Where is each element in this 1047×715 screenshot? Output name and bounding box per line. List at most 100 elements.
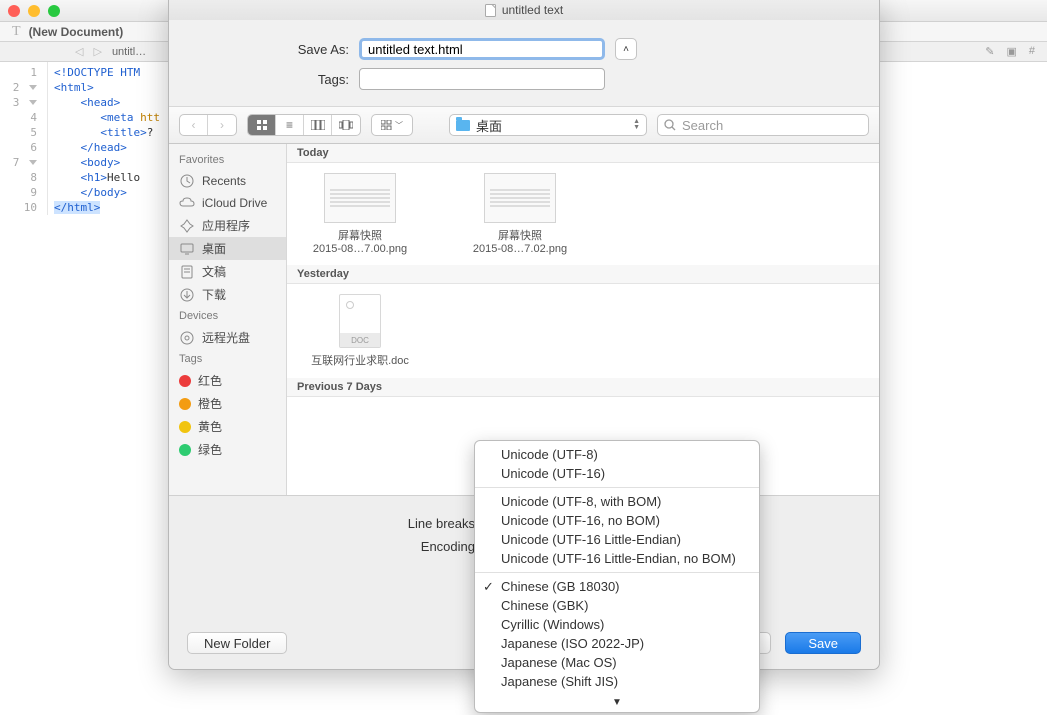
encoding-option[interactable]: Unicode (UTF-16, no BOM) (475, 511, 759, 530)
sidebar-tag-green[interactable]: 绿色 (169, 438, 286, 461)
sheet-title-text: untitled text (502, 3, 563, 17)
folder-icon (456, 120, 470, 131)
hash-icon[interactable]: # (1029, 45, 1035, 58)
save-button[interactable]: Save (785, 632, 861, 654)
tag-dot-icon (179, 421, 191, 433)
sidebar-item-recents[interactable]: Recents (169, 170, 286, 192)
nav-fwd-icon[interactable]: ▷ (93, 45, 101, 58)
tag-dot-icon (179, 375, 191, 387)
editor-tab[interactable]: untitl… (112, 46, 146, 58)
menu-separator (475, 572, 759, 573)
sidebar-item-remote-disc[interactable]: 远程光盘 (169, 326, 286, 349)
image-thumbnail (484, 173, 556, 223)
disc-icon (179, 330, 195, 346)
finder-sidebar: Favorites Recents iCloud Drive 应用程序 桌面 文… (169, 144, 287, 495)
sidebar-item-apps[interactable]: 应用程序 (169, 214, 286, 237)
columns-icon (311, 120, 325, 130)
encoding-option[interactable]: Japanese (Mac OS) (475, 653, 759, 672)
coverflow-icon (339, 120, 353, 130)
encoding-option-selected[interactable]: ✓Chinese (GB 18030) (475, 577, 759, 596)
documents-icon (179, 264, 195, 280)
file-item[interactable]: DOC 互联网行业求职.doc (295, 294, 425, 368)
sidebar-item-icloud[interactable]: iCloud Drive (169, 192, 286, 214)
file-name: 互联网行业求职.doc (295, 352, 425, 368)
arrange-icon: ﹀ (381, 120, 403, 131)
sidebar-item-label: 远程光盘 (202, 329, 250, 346)
tags-label: Tags: (189, 72, 349, 87)
sidebar-item-label: 红色 (198, 372, 222, 389)
encoding-option[interactable]: Cyrillic (Windows) (475, 615, 759, 634)
linebreaks-label: Line breaks (189, 516, 475, 531)
search-icon (664, 119, 676, 131)
close-window-button[interactable] (8, 5, 20, 17)
encoding-option[interactable]: Unicode (UTF-16 Little-Endian) (475, 530, 759, 549)
sidebar-tag-orange[interactable]: 橙色 (169, 392, 286, 415)
path-dropdown[interactable]: 桌面 ▲▼ (449, 114, 647, 136)
encoding-option[interactable]: Unicode (UTF-8) (475, 445, 759, 464)
encoding-option[interactable]: Unicode (UTF-16) (475, 464, 759, 483)
sheet-titlebar: untitled text (169, 0, 879, 20)
nav-forward-button[interactable]: › (208, 115, 236, 135)
clock-icon (179, 173, 195, 189)
pencil-icon[interactable]: ✎ (985, 45, 994, 58)
grid-icon (256, 119, 268, 131)
zoom-window-button[interactable] (48, 5, 60, 17)
saveas-label: Save As: (189, 42, 349, 57)
encoding-option[interactable]: Unicode (UTF-8, with BOM) (475, 492, 759, 511)
cloud-icon (179, 195, 195, 211)
sidebar-item-documents[interactable]: 文稿 (169, 260, 286, 283)
tag-dot-icon (179, 444, 191, 456)
column-view-button[interactable] (304, 115, 332, 135)
sidebar-favorites-header: Favorites (169, 150, 286, 170)
search-input[interactable]: Search (657, 114, 869, 136)
chevron-right-icon: › (220, 118, 224, 132)
list-view-button[interactable]: ≡ (276, 115, 304, 135)
sidebar-item-label: 绿色 (198, 441, 222, 458)
encoding-option[interactable]: Unicode (UTF-16 Little-Endian, no BOM) (475, 549, 759, 568)
sidebar-devices-header: Devices (169, 306, 286, 326)
path-label: 桌面 (476, 116, 502, 135)
file-subname: 2015-08…7.00.png (295, 243, 425, 255)
updown-icon: ▲▼ (633, 119, 640, 131)
encoding-option[interactable]: Chinese (GBK) (475, 596, 759, 615)
chevron-left-icon: ‹ (192, 118, 196, 132)
nav-back-icon[interactable]: ◁ (75, 45, 83, 58)
minimize-window-button[interactable] (28, 5, 40, 17)
sidebar-item-label: 应用程序 (202, 217, 250, 234)
chevron-down-icon: ▼ (612, 697, 622, 708)
sidebar-item-desktop[interactable]: 桌面 (169, 237, 286, 260)
document-title: (New Document) (29, 25, 124, 39)
desktop-icon (179, 241, 195, 257)
collapse-toggle-button[interactable]: ˄ (615, 38, 637, 60)
encoding-option[interactable]: Japanese (ISO 2022-JP) (475, 634, 759, 653)
encoding-label: Encoding (189, 539, 475, 554)
sidebar-tag-yellow[interactable]: 黄色 (169, 415, 286, 438)
file-item[interactable]: 屏幕快照 2015-08…7.00.png (295, 173, 425, 255)
document-icon (485, 4, 496, 17)
encoding-option[interactable]: Japanese (Shift JIS) (475, 672, 759, 691)
nav-back-button[interactable]: ‹ (180, 115, 208, 135)
new-folder-button[interactable]: New Folder (187, 632, 287, 654)
menu-separator (475, 487, 759, 488)
encoding-popup: Unicode (UTF-8) Unicode (UTF-16) Unicode… (474, 440, 760, 713)
stack-icon[interactable]: ▣ (1006, 45, 1016, 58)
checkmark-icon: ✓ (483, 579, 494, 595)
arrange-button[interactable]: ﹀ (372, 115, 412, 135)
code-editor[interactable]: <!DOCTYPE HTM <html> <head> <meta htt <t… (48, 62, 160, 215)
menu-scroll-down[interactable]: ▼ (475, 691, 759, 712)
section-today: Today (287, 144, 879, 163)
saveas-input[interactable] (359, 38, 605, 60)
sidebar-tag-red[interactable]: 红色 (169, 369, 286, 392)
sidebar-item-downloads[interactable]: 下载 (169, 283, 286, 306)
coverflow-view-button[interactable] (332, 115, 360, 135)
sidebar-item-label: 橙色 (198, 395, 222, 412)
search-placeholder: Search (682, 118, 723, 133)
chevron-up-icon: ˄ (623, 44, 629, 55)
icon-view-button[interactable] (248, 115, 276, 135)
tags-input[interactable] (359, 68, 605, 90)
image-thumbnail (324, 173, 396, 223)
sidebar-tags-header: Tags (169, 349, 286, 369)
section-prev7: Previous 7 Days (287, 378, 879, 397)
file-item[interactable]: 屏幕快照 2015-08…7.02.png (455, 173, 585, 255)
file-name: 屏幕快照 (295, 227, 425, 243)
